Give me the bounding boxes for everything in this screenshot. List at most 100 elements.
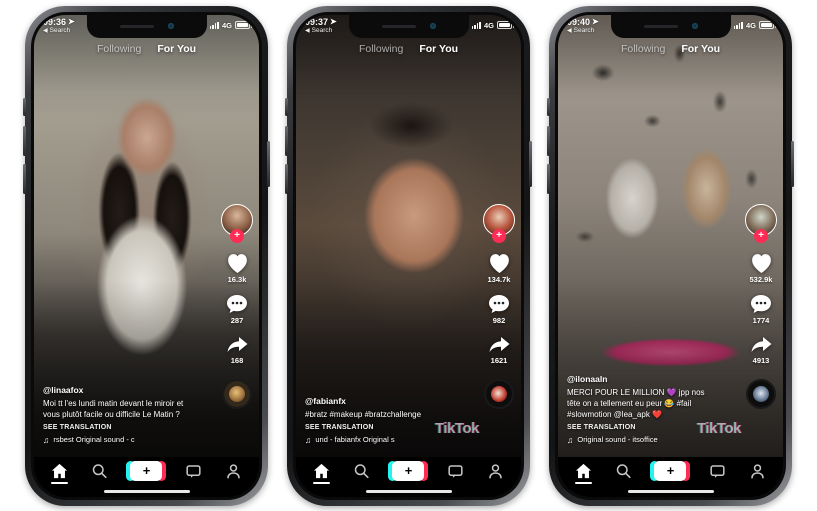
follow-button-2[interactable]: +: [492, 228, 506, 243]
nav-home-1[interactable]: [51, 463, 69, 484]
tab-for-you-3[interactable]: For You: [681, 43, 720, 55]
see-translation-1[interactable]: SEE TRANSLATION: [43, 424, 195, 431]
battery-icon-2: [497, 21, 514, 29]
back-caret-icon-2: ◀: [305, 28, 310, 35]
heart-icon: [489, 253, 509, 273]
status-back-link-2[interactable]: ◀ Search: [305, 27, 332, 35]
feed-tabs-2: Following For You: [296, 41, 521, 55]
nav-home-2[interactable]: [313, 463, 331, 484]
silent-switch-3[interactable]: [547, 97, 550, 116]
phone-mockup-2: 09:37 ➤ ◀ Search 4G Following For You + …: [285, 5, 532, 506]
creator-username-1[interactable]: @linaafox: [43, 385, 195, 395]
create-button-2[interactable]: +: [388, 461, 429, 482]
nav-profile-1[interactable]: [225, 463, 242, 484]
volume-up-button-2[interactable]: [285, 125, 288, 156]
music-disc-3[interactable]: [746, 378, 776, 409]
share-count-3: 4913: [752, 355, 770, 365]
nav-discover-2[interactable]: [353, 463, 370, 484]
music-row-3[interactable]: ♫ Original sound - itsoffice: [567, 435, 719, 445]
comment-count-3: 1774: [752, 315, 770, 325]
like-action-1[interactable]: 16.3k: [225, 251, 250, 284]
like-action-3[interactable]: 532.9k: [749, 251, 774, 284]
signal-bars-icon-2: [471, 21, 481, 29]
create-button-1[interactable]: +: [126, 461, 167, 482]
status-back-link-1[interactable]: ◀ Search: [43, 27, 70, 35]
music-disc-1[interactable]: [222, 378, 252, 409]
creator-username-3[interactable]: @ilonaaln: [567, 374, 719, 384]
volume-down-button-2[interactable]: [285, 163, 288, 194]
comment-action-3[interactable]: 1774: [749, 293, 773, 325]
status-back-link-3[interactable]: ◀ Search: [567, 26, 595, 35]
comment-count-2: 982: [492, 315, 506, 325]
silent-switch-2[interactable]: [285, 97, 288, 116]
home-icon: [52, 464, 68, 479]
volume-down-button-3[interactable]: [547, 163, 550, 194]
phone-mockup-1: 09:36 ➤ ◀ Search 4G Following For You + …: [23, 5, 270, 506]
comment-action-2[interactable]: 982: [487, 293, 511, 325]
nav-create-2[interactable]: +: [388, 461, 429, 486]
music-title-3: Original sound - itsoffice: [577, 435, 658, 444]
music-title-1: rsbest Original sound - c: [53, 435, 135, 444]
silent-switch[interactable]: [23, 97, 26, 116]
nav-inbox-3[interactable]: [709, 463, 726, 484]
phone-screen-3: 09:40 ➤ ◀ Search 4G Following For You + …: [558, 14, 783, 497]
tab-following-1[interactable]: Following: [97, 43, 141, 55]
see-translation-2[interactable]: SEE TRANSLATION: [305, 424, 457, 431]
volume-up-button-3[interactable]: [547, 125, 550, 156]
nav-profile-2[interactable]: [487, 463, 504, 484]
nav-inbox-2[interactable]: [447, 463, 464, 484]
caption-text-3: MERCI POUR LE MILLION 💜 jpp nos tête on …: [567, 388, 705, 420]
clock-label-2: 09:37: [305, 16, 329, 27]
tab-for-you-1[interactable]: For You: [157, 43, 196, 55]
creator-avatar-wrap-3[interactable]: +: [745, 203, 777, 243]
nav-discover-3[interactable]: [615, 463, 632, 484]
phone-mockup-3: 09:40 ➤ ◀ Search 4G Following For You + …: [547, 5, 794, 506]
location-arrow-icon-2: ➤: [330, 17, 337, 27]
home-indicator-2[interactable]: [365, 489, 452, 493]
share-action-2[interactable]: 1621: [487, 334, 512, 365]
like-action-2[interactable]: 134.7k: [487, 251, 512, 284]
volume-down-button[interactable]: [23, 163, 26, 194]
music-row-1[interactable]: ♫ rsbest Original sound - c: [43, 435, 195, 445]
search-icon: [92, 464, 107, 479]
power-button-2[interactable]: [529, 140, 532, 187]
power-button[interactable]: [267, 140, 270, 187]
volume-up-button[interactable]: [23, 125, 26, 156]
tab-for-you-2[interactable]: For You: [419, 43, 458, 55]
tab-following-3[interactable]: Following: [621, 43, 665, 55]
nav-create-3[interactable]: +: [650, 461, 691, 486]
status-bar-left-1: 09:36 ➤ ◀ Search: [43, 17, 75, 35]
home-indicator-1[interactable]: [103, 489, 190, 493]
see-translation-3[interactable]: SEE TRANSLATION: [567, 424, 719, 431]
action-rail-3: + 532.9k 1774 4913: [745, 203, 777, 409]
nav-inbox-1[interactable]: [185, 463, 202, 484]
creator-avatar-wrap-2[interactable]: +: [483, 203, 515, 243]
power-button-3[interactable]: [791, 140, 794, 187]
status-time-2: 09:37 ➤: [305, 16, 337, 27]
home-icon: [314, 464, 330, 479]
follow-button-1[interactable]: +: [230, 228, 244, 243]
earpiece-speaker-2: [381, 24, 416, 28]
nav-create-1[interactable]: +: [126, 461, 167, 486]
nav-profile-3[interactable]: [749, 463, 766, 484]
share-arrow-icon: [751, 336, 771, 352]
home-icon: [576, 464, 592, 479]
nav-discover-1[interactable]: [91, 463, 108, 484]
comment-action-1[interactable]: 287: [225, 293, 249, 325]
share-action-3[interactable]: 4913: [749, 334, 774, 365]
profile-icon: [226, 464, 240, 479]
music-disc-2[interactable]: [484, 378, 514, 409]
like-count-3: 532.9k: [749, 274, 773, 284]
nav-home-3[interactable]: [575, 463, 593, 484]
home-indicator-3[interactable]: [627, 489, 714, 493]
tab-following-2[interactable]: Following: [359, 43, 403, 55]
back-label-3: Search: [573, 26, 595, 34]
feed-tabs-1: Following For You: [34, 41, 259, 55]
music-row-2[interactable]: ♫ und - fabianfx Original s: [305, 435, 457, 445]
share-count-1: 168: [230, 355, 244, 365]
follow-button-3[interactable]: +: [754, 228, 768, 243]
creator-username-2[interactable]: @fabianfx: [305, 396, 457, 406]
create-button-3[interactable]: +: [650, 461, 691, 482]
creator-avatar-wrap-1[interactable]: +: [221, 203, 253, 243]
share-action-1[interactable]: 168: [225, 334, 250, 365]
